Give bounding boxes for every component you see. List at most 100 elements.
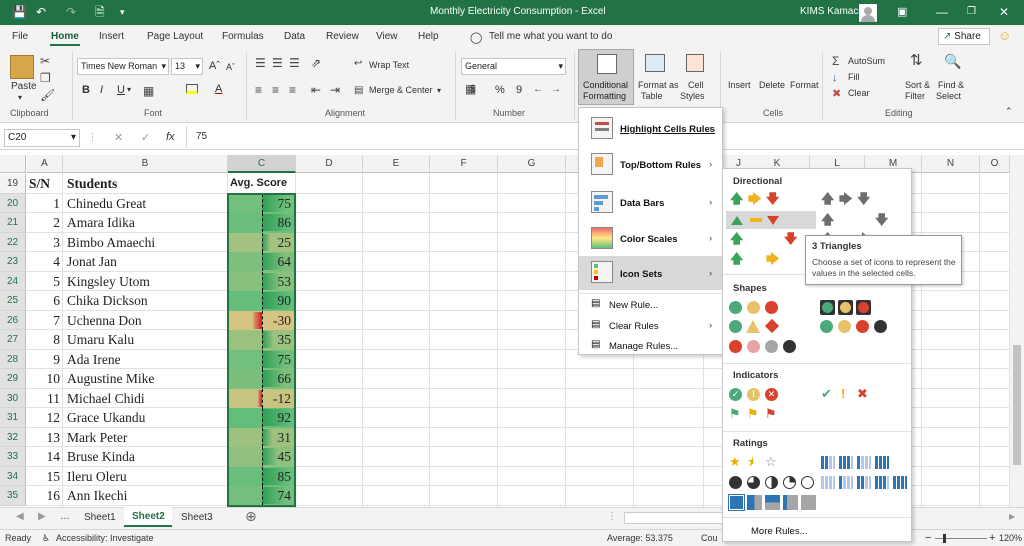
row-header[interactable]: 32 (0, 428, 26, 448)
column-header-d[interactable]: D (296, 155, 363, 173)
column-header-a[interactable]: A (27, 155, 63, 173)
student-name-cell[interactable]: Bimbo Amaechi (67, 233, 227, 253)
zoom-out-icon[interactable]: − (925, 532, 931, 544)
conditional-formatting-button[interactable]: Conditional Formatting (578, 49, 634, 105)
icon-set-5-quarters[interactable] (726, 475, 816, 491)
comma-style-button[interactable]: 9 (516, 84, 522, 96)
align-middle-icon[interactable]: ☰ (272, 57, 283, 69)
print-preview-icon[interactable]: 🗎 (95, 5, 105, 19)
tab-insert[interactable]: Insert (99, 31, 124, 42)
format-as-table-icon[interactable] (645, 54, 665, 72)
more-sheets-icon[interactable]: … (60, 511, 70, 522)
icon-set-4-arrows-gray[interactable]: 🡅 🡍 🡎 🡇 (817, 211, 907, 229)
font-size-select[interactable]: 13 ▾ (171, 58, 203, 75)
student-name-cell[interactable]: Bruse Kinda (67, 447, 227, 467)
student-name-cell[interactable]: Chika Dickson (67, 291, 227, 311)
avg-score-cell[interactable]: -12 (228, 389, 294, 409)
scroll-left-icon[interactable]: ◀ (16, 511, 24, 522)
avg-score-cell[interactable]: 35 (228, 330, 294, 350)
menu-item-highlight-cells-rules[interactable]: Highlight Cells Rules › (579, 114, 722, 144)
tab-file[interactable]: File (12, 31, 28, 42)
sn-cell[interactable]: 3 (29, 233, 60, 253)
select-all-corner[interactable] (0, 155, 26, 173)
student-name-cell[interactable]: Uchenna Don (67, 311, 227, 331)
align-right-icon[interactable]: ≡ (289, 84, 296, 96)
sn-cell[interactable]: 9 (29, 350, 60, 370)
horizontal-scrollbar[interactable] (624, 512, 724, 524)
menu-item-manage-rules[interactable]: ▤ Manage Rules... (579, 339, 722, 355)
save-icon[interactable]: 💾 (12, 5, 27, 19)
sheet-tab-2[interactable]: Sheet2 (124, 507, 172, 527)
row-header[interactable]: 30 (0, 389, 26, 409)
align-center-icon[interactable]: ≡ (272, 84, 279, 96)
sn-cell[interactable]: 8 (29, 330, 60, 350)
column-header-f[interactable]: F (430, 155, 498, 173)
menu-item-data-bars[interactable]: Data Bars › (579, 188, 722, 218)
sn-cell[interactable]: 4 (29, 252, 60, 272)
autosum-button[interactable]: AutoSum (848, 56, 885, 66)
customize-toolbar-icon[interactable]: ▾ (120, 5, 125, 19)
percent-style-button[interactable]: % (495, 84, 505, 96)
row-header[interactable]: 25 (0, 291, 26, 311)
find-select-button[interactable]: Find & (938, 80, 964, 90)
icon-set-red-to-black[interactable] (726, 339, 806, 355)
tell-me-search[interactable]: Tell me what you want to do (489, 31, 612, 42)
sn-cell[interactable]: 5 (29, 272, 60, 292)
icon-set-3-traffic-lights-rimmed[interactable] (817, 300, 887, 316)
header-students[interactable]: Students (67, 174, 227, 194)
more-rules-link[interactable]: More Rules... (751, 526, 808, 537)
increase-decimal-icon[interactable]: ← (533, 84, 543, 96)
avg-score-cell[interactable]: 64 (228, 252, 294, 272)
decrease-decimal-icon[interactable]: → (551, 84, 561, 96)
row-header[interactable]: 27 (0, 330, 26, 350)
cell-styles-button[interactable]: Cell (688, 80, 704, 90)
cut-icon[interactable]: ✂ (40, 55, 50, 67)
menu-item-top-bottom-rules[interactable]: Top/Bottom Rules › (579, 150, 722, 180)
header-sn[interactable]: S/N (29, 174, 63, 194)
icon-set-3-traffic-lights[interactable] (726, 300, 796, 316)
format-as-table-button[interactable]: Format as (638, 80, 679, 90)
sort-filter-button[interactable]: Sort & (905, 80, 930, 90)
student-name-cell[interactable]: Ann Ikechi (67, 486, 227, 506)
column-header-e[interactable]: E (363, 155, 430, 173)
paste-icon[interactable] (10, 55, 34, 79)
cancel-entry-icon[interactable]: ✕ (114, 131, 123, 144)
italic-button[interactable]: I (100, 84, 103, 96)
column-header-o[interactable]: O (980, 155, 1010, 173)
row-header[interactable]: 22 (0, 233, 26, 253)
icon-set-3-symbols[interactable]: ✔ ! ✖ (817, 387, 887, 403)
row-header[interactable]: 29 (0, 369, 26, 389)
font-name-select[interactable]: Times New Roman ▾ (77, 58, 169, 75)
menu-item-new-rule[interactable]: ▤ New Rule... (579, 298, 722, 314)
merge-center-icon[interactable]: ▤ (354, 85, 363, 97)
student-name-cell[interactable]: Mark Peter (67, 428, 227, 448)
underline-button[interactable]: U (117, 84, 125, 96)
undo-icon[interactable]: ↶ (36, 5, 46, 19)
decrease-indent-icon[interactable]: ⇤ (311, 84, 321, 96)
copy-icon[interactable]: ❐ (40, 72, 51, 84)
fill-color-icon[interactable] (186, 84, 198, 94)
formula-input[interactable]: 75 (196, 131, 207, 142)
avg-score-cell[interactable]: 90 (228, 291, 294, 311)
column-header-n[interactable]: N (922, 155, 980, 173)
sheet-tab-3[interactable]: Sheet3 (181, 512, 213, 523)
align-bottom-icon[interactable]: ☰ (289, 57, 300, 69)
sn-cell[interactable]: 10 (29, 369, 60, 389)
increase-indent-icon[interactable]: ⇥ (330, 84, 340, 96)
tab-view[interactable]: View (376, 31, 398, 42)
smiley-icon[interactable]: ☺ (998, 28, 1011, 43)
row-header[interactable]: 35 (0, 486, 26, 506)
insert-cells-button[interactable]: Insert (728, 80, 751, 90)
sn-cell[interactable]: 16 (29, 486, 60, 506)
borders-icon[interactable]: ▦ (143, 85, 154, 97)
icon-set-5-boxes[interactable] (726, 495, 816, 511)
sn-cell[interactable]: 11 (29, 389, 60, 409)
name-box[interactable]: C20 ▾ (4, 129, 80, 147)
clear-icon[interactable]: ✖ (832, 88, 841, 100)
icon-set-4-ratings[interactable] (817, 455, 907, 471)
avg-score-cell[interactable]: 53 (228, 272, 294, 292)
add-sheet-icon[interactable]: ⊕ (245, 508, 257, 525)
confirm-entry-icon[interactable]: ✓ (141, 131, 150, 144)
orientation-icon[interactable]: ⇗ (311, 57, 321, 69)
icon-set-3-stars[interactable]: ★ ⯨ ☆ (726, 455, 796, 471)
